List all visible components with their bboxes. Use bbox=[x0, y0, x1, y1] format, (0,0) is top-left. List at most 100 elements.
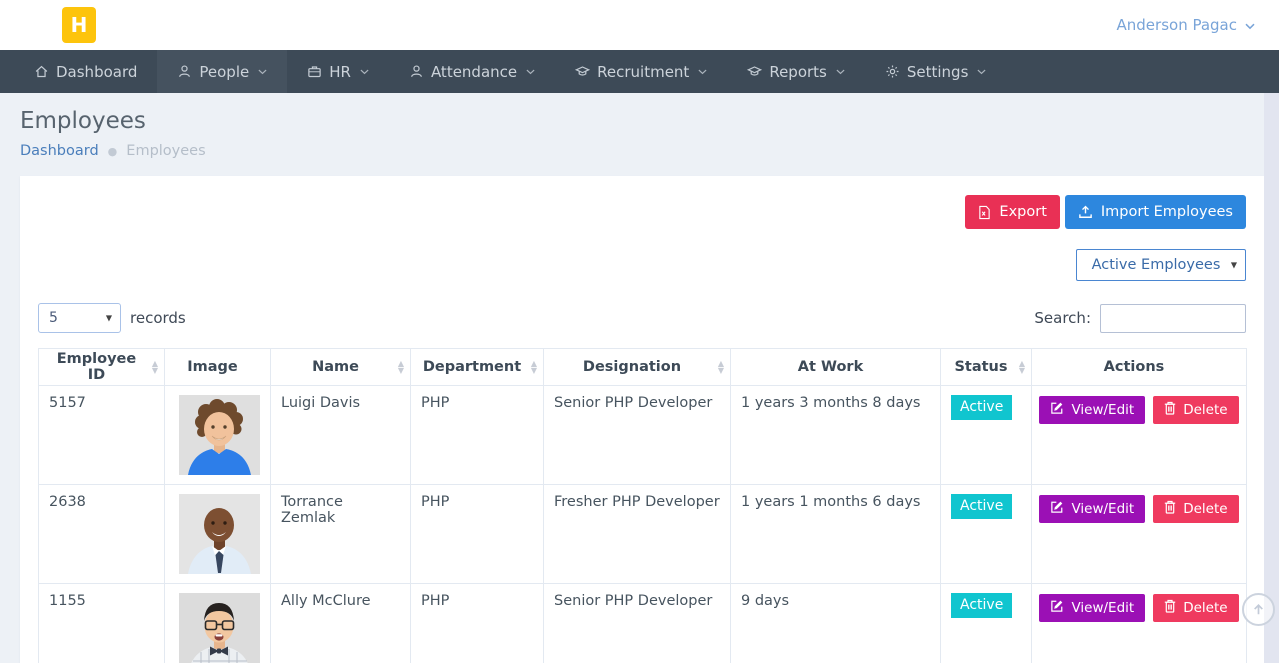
edit-icon bbox=[1050, 599, 1064, 617]
column-header-at-work: At Work bbox=[731, 349, 941, 386]
column-header-status[interactable]: Status ▲▼ bbox=[941, 349, 1032, 386]
filter-row: Active Employees ▼ bbox=[38, 249, 1246, 281]
toolbar: Export Import Employees bbox=[38, 195, 1246, 229]
cell-image bbox=[165, 584, 271, 663]
nav-item-attendance[interactable]: Attendance bbox=[389, 50, 555, 93]
scrollbar-track[interactable] bbox=[1264, 93, 1279, 663]
chevron-down-icon bbox=[360, 69, 369, 75]
column-header-employee-id[interactable]: Employee ID▲▼ bbox=[39, 349, 165, 386]
person-icon bbox=[177, 64, 192, 79]
person-icon bbox=[409, 64, 424, 79]
column-header-image: Image bbox=[165, 349, 271, 386]
cell-department: PHP bbox=[411, 485, 544, 584]
cell-designation: Senior PHP Developer bbox=[544, 386, 731, 485]
excel-file-icon bbox=[978, 205, 991, 220]
delete-button[interactable]: Delete bbox=[1153, 495, 1238, 523]
view-edit-button[interactable]: View/Edit bbox=[1039, 495, 1145, 523]
app-logo[interactable]: H bbox=[62, 7, 96, 43]
cell-designation: Fresher PHP Developer bbox=[544, 485, 731, 584]
user-name: Anderson Pagac bbox=[1117, 16, 1237, 34]
nav-item-label: Dashboard bbox=[56, 63, 137, 81]
records-per-page-select[interactable]: 5 bbox=[38, 303, 121, 333]
breadcrumb-separator: ● bbox=[108, 145, 118, 158]
nav-item-settings[interactable]: Settings bbox=[865, 50, 1007, 93]
column-header-label: Image bbox=[187, 359, 238, 375]
sort-icon[interactable]: ▲▼ bbox=[1019, 360, 1025, 374]
column-header-label: Department bbox=[423, 359, 521, 375]
chevron-down-icon bbox=[526, 69, 535, 75]
column-header-label: Status bbox=[954, 359, 1007, 375]
upload-icon bbox=[1078, 205, 1093, 219]
scroll-to-top-button[interactable] bbox=[1242, 593, 1275, 626]
graduation-cap-icon bbox=[575, 64, 590, 79]
cell-actions: View/Edit Delete bbox=[1032, 485, 1247, 584]
search-input[interactable] bbox=[1100, 304, 1246, 333]
briefcase-icon bbox=[307, 64, 322, 79]
view-edit-label: View/Edit bbox=[1071, 600, 1134, 616]
user-menu[interactable]: Anderson Pagac bbox=[1117, 16, 1255, 34]
cell-image bbox=[165, 485, 271, 584]
employee-filter-select[interactable]: Active Employees bbox=[1076, 249, 1246, 281]
cell-actions: View/Edit Delete bbox=[1032, 386, 1247, 485]
chevron-down-icon bbox=[258, 69, 267, 75]
gear-icon bbox=[885, 64, 900, 79]
column-header-label: At Work bbox=[798, 359, 863, 375]
chevron-down-icon bbox=[977, 69, 986, 75]
page-header: Employees Dashboard ● Employees bbox=[0, 93, 1279, 159]
column-header-actions: Actions bbox=[1032, 349, 1247, 386]
employees-card: Export Import Employees Active Employees… bbox=[20, 176, 1264, 663]
delete-label: Delete bbox=[1183, 501, 1227, 517]
chevron-down-icon bbox=[1245, 23, 1255, 30]
import-employees-button[interactable]: Import Employees bbox=[1065, 195, 1246, 229]
cell-employee-id: 5157 bbox=[39, 386, 165, 485]
employees-table: Employee ID▲▼ImageName▲▼Department▲▼Desi… bbox=[38, 348, 1247, 663]
graduation-cap-icon bbox=[747, 64, 762, 79]
view-edit-button[interactable]: View/Edit bbox=[1039, 396, 1145, 424]
employee-photo bbox=[179, 494, 260, 574]
delete-label: Delete bbox=[1183, 600, 1227, 616]
cell-status: Active bbox=[941, 584, 1032, 663]
nav-item-dashboard[interactable]: Dashboard bbox=[14, 50, 157, 93]
trash-icon bbox=[1164, 500, 1176, 518]
cell-at-work: 9 days bbox=[731, 584, 941, 663]
list-controls: 5 ▼ records Search: bbox=[38, 303, 1246, 333]
column-header-label: Actions bbox=[1104, 359, 1165, 375]
sort-icon[interactable]: ▲▼ bbox=[531, 360, 537, 374]
nav-item-label: People bbox=[199, 63, 249, 81]
delete-button[interactable]: Delete bbox=[1153, 396, 1238, 424]
sort-icon[interactable]: ▲▼ bbox=[152, 360, 158, 374]
nav-item-hr[interactable]: HR bbox=[287, 50, 389, 93]
nav-item-label: HR bbox=[329, 63, 351, 81]
nav-item-reports[interactable]: Reports bbox=[727, 50, 865, 93]
import-label: Import Employees bbox=[1101, 204, 1233, 220]
edit-icon bbox=[1050, 500, 1064, 518]
records-label: records bbox=[130, 309, 186, 327]
column-header-label: Name bbox=[312, 359, 359, 375]
table-header-row: Employee ID▲▼ImageName▲▼Department▲▼Desi… bbox=[39, 349, 1247, 386]
column-header-department[interactable]: Department ▲▼ bbox=[411, 349, 544, 386]
cell-actions: View/Edit Delete bbox=[1032, 584, 1247, 663]
up-arrow-icon bbox=[1250, 601, 1267, 618]
trash-icon bbox=[1164, 599, 1176, 617]
nav-item-label: Reports bbox=[769, 63, 827, 81]
nav-item-label: Settings bbox=[907, 63, 969, 81]
column-header-name[interactable]: Name ▲▼ bbox=[271, 349, 411, 386]
cell-name: Luigi Davis bbox=[271, 386, 411, 485]
export-button[interactable]: Export bbox=[965, 195, 1059, 229]
column-header-designation[interactable]: Designation▲▼ bbox=[544, 349, 731, 386]
cell-employee-id: 2638 bbox=[39, 485, 165, 584]
table-row: 5157 Luigi DavisPHPSenior PHP Developer1… bbox=[39, 386, 1247, 485]
sort-icon[interactable]: ▲▼ bbox=[398, 360, 404, 374]
employee-photo bbox=[179, 395, 260, 475]
sort-icon[interactable]: ▲▼ bbox=[718, 360, 724, 374]
cell-employee-id: 1155 bbox=[39, 584, 165, 663]
employee-photo bbox=[179, 593, 260, 663]
nav-item-recruitment[interactable]: Recruitment bbox=[555, 50, 727, 93]
view-edit-button[interactable]: View/Edit bbox=[1039, 594, 1145, 622]
delete-button[interactable]: Delete bbox=[1153, 594, 1238, 622]
chevron-down-icon bbox=[836, 69, 845, 75]
nav-item-people[interactable]: People bbox=[157, 50, 287, 93]
breadcrumb-dashboard-link[interactable]: Dashboard bbox=[20, 143, 99, 159]
view-edit-label: View/Edit bbox=[1071, 501, 1134, 517]
cell-at-work: 1 years 1 months 6 days bbox=[731, 485, 941, 584]
